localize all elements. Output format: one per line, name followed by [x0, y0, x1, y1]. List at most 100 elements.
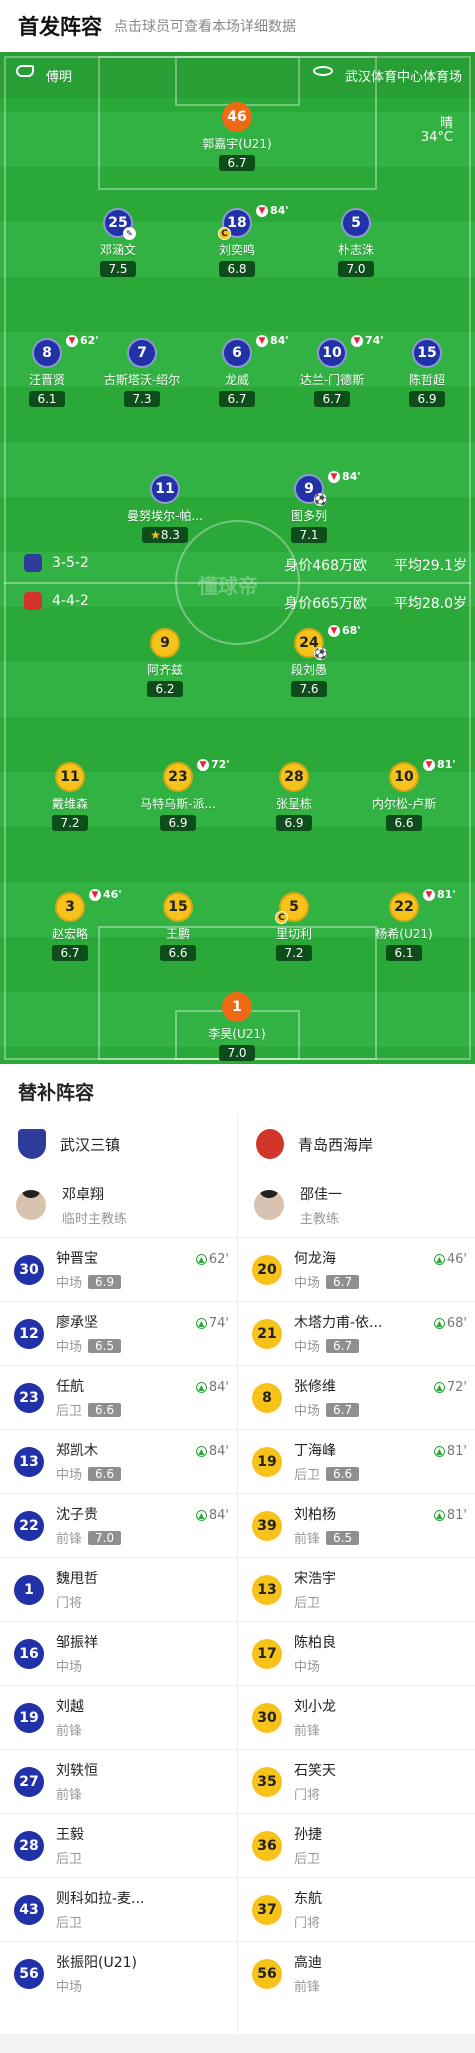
player-card[interactable]: 46 郭嘉宇(U21) 6.7 — [172, 102, 302, 171]
sub-on-marker: ▲ 81' — [433, 1444, 467, 1459]
player-position: 中场 — [294, 1404, 321, 1419]
player-name: 沈子贵 — [56, 1507, 98, 1523]
sub-off-marker: ▼ 81' — [423, 758, 456, 771]
player-rating: 6.5 — [326, 1530, 360, 1545]
bench-player-row[interactable]: 17 陈柏良 中场 — [238, 1621, 475, 1685]
away-team-logo — [24, 592, 42, 610]
player-card[interactable]: 15 王鹏 6.6 — [113, 892, 243, 961]
player-name: 钟晋宝 — [56, 1251, 98, 1267]
player-name: 东航 — [294, 1891, 322, 1907]
player-card[interactable]: 22 ▼ 81' 杨希(U21) 6.1 — [339, 888, 469, 961]
player-name: 邓涵文 — [99, 243, 136, 257]
player-rating: 6.7 — [219, 391, 255, 407]
player-position: 前锋 — [294, 1532, 321, 1547]
player-rating: 6.5 — [88, 1338, 122, 1353]
bench-player-row[interactable]: 23 任航 后卫 6.6 ▲ 84' — [0, 1365, 237, 1429]
player-position: 后卫 — [56, 1404, 83, 1419]
stadium-name: 武汉体育中心体育场 — [345, 70, 463, 85]
bench-player-row[interactable]: 16 邹振祥 中场 — [0, 1621, 237, 1685]
player-card[interactable]: 5 朴志洙 7.0 — [291, 208, 421, 277]
player-rating: 6.1 — [386, 945, 422, 961]
bench-player-row[interactable]: 36 孙捷 后卫 — [238, 1813, 475, 1877]
bench-player-row[interactable]: 35 石笑天 门将 — [238, 1749, 475, 1813]
player-number: 1 — [222, 992, 252, 1022]
player-number: 9 — [150, 628, 180, 658]
player-rating: 6.7 — [326, 1338, 360, 1353]
player-card[interactable]: 11 曼努埃尔-帕... ★8.3 — [100, 474, 230, 543]
player-card[interactable]: 23 ▼ 72' 马特乌斯-派... 6.9 — [113, 758, 243, 831]
player-rating: 7.0 — [219, 1045, 255, 1061]
sub-off-marker: ▼ 84' — [256, 204, 289, 217]
sub-off-icon: ▼ — [328, 470, 340, 483]
home-coach[interactable]: 邓卓翔 临时主教练 — [0, 1173, 237, 1237]
bench-player-row[interactable]: 56 张振阳(U21) 中场 — [0, 1941, 237, 2005]
goal-ball-icon: ⚽ — [314, 647, 328, 660]
bench-player-row[interactable]: 8 张修维 中场 6.7 ▲ 72' — [238, 1365, 475, 1429]
player-number: 8 ▼ 62' — [32, 334, 99, 368]
player-number: 43 — [14, 1894, 44, 1925]
bench-player-row[interactable]: 22 沈子贵 前锋 7.0 ▲ 84' — [0, 1493, 237, 1557]
bench-player-row[interactable]: 12 廖承坚 中场 6.5 ▲ 74' — [0, 1301, 237, 1365]
bench-player-row[interactable]: 37 东航 门将 — [238, 1877, 475, 1941]
player-card[interactable]: 9 ▼ 84' ⚽ 图多列 7.1 — [244, 470, 374, 543]
bench-player-row[interactable]: 19 刘越 前锋 — [0, 1685, 237, 1749]
player-number: 36 — [252, 1830, 282, 1861]
away-coach[interactable]: 邵佳一 主教练 — [238, 1173, 475, 1237]
sub-on-icon: ▲ — [195, 1254, 207, 1265]
bench-player-row[interactable]: 43 则科如拉-麦... 后卫 — [0, 1877, 237, 1941]
player-position: 中场 — [56, 1340, 83, 1355]
player-card[interactable]: 10 ▼ 81' 内尔松-卢斯 6.6 — [339, 758, 469, 831]
bench-player-row[interactable]: 30 钟晋宝 中场 6.9 ▲ 62' — [0, 1237, 237, 1301]
player-card[interactable]: 24 ▼ 68' ⚽ 段刘愚 7.6 — [244, 624, 374, 697]
bench-player-row[interactable]: 13 郑凯木 中场 6.6 ▲ 84' — [0, 1429, 237, 1493]
player-card[interactable]: 15 陈哲超 6.9 — [362, 338, 475, 407]
player-number: 28 — [14, 1830, 44, 1861]
player-rating: 6.8 — [219, 261, 255, 277]
home-bench-team[interactable]: 武汉三镇 — [0, 1115, 237, 1173]
player-card[interactable]: 25 ✎ 邓涵文 7.5 — [53, 208, 183, 277]
sub-on-icon: ▲ — [433, 1318, 445, 1329]
coach-name: 邓卓翔 — [62, 1186, 104, 1203]
coach-role: 临时主教练 — [62, 1211, 128, 1227]
player-number: 23 ▼ 72' — [163, 758, 230, 792]
bench-player-row[interactable]: 20 何龙海 中场 6.7 ▲ 46' — [238, 1237, 475, 1301]
away-bench-team[interactable]: 青岛西海岸 — [238, 1115, 475, 1173]
bench-player-row[interactable]: 1 魏甩哲 门将 — [0, 1557, 237, 1621]
bench-player-row[interactable]: 39 刘柏杨 前锋 6.5 ▲ 81' — [238, 1493, 475, 1557]
player-name: 李昊(U21) — [208, 1027, 266, 1041]
player-number: 23 — [14, 1382, 44, 1413]
sub-on-icon: ▲ — [433, 1382, 445, 1393]
weather-label: 晴 — [439, 116, 453, 131]
bench-player-row[interactable]: 27 刘轶恒 前锋 — [0, 1749, 237, 1813]
bench-player-row[interactable]: 21 木塔力甫-依... 中场 6.7 ▲ 68' — [238, 1301, 475, 1365]
bench-player-row[interactable]: 13 宋浩宇 后卫 — [238, 1557, 475, 1621]
player-number: 30 — [14, 1254, 44, 1285]
pitch: 傅明 武汉体育中心体育场 晴 34°C 懂球帝 3-5-2 身价468万欧 平均… — [0, 52, 475, 1064]
sub-on-marker: ▲ 74' — [195, 1316, 229, 1331]
player-position: 前锋 — [56, 1788, 83, 1803]
player-name: 任航 — [56, 1379, 84, 1395]
player-number: 28 — [279, 762, 309, 792]
bench-player-row[interactable]: 56 高迪 前锋 — [238, 1941, 475, 2005]
player-name: 刘柏杨 — [294, 1507, 336, 1523]
bench-player-row[interactable]: 28 王毅 后卫 — [0, 1813, 237, 1877]
sub-off-marker: ▼ 84' — [328, 470, 361, 483]
sub-off-icon: ▼ — [256, 204, 268, 217]
referee-name: 傅明 — [46, 70, 73, 85]
away-formation-row: 4-4-2 身价665万欧 平均28.0岁 — [0, 590, 475, 614]
bench-player-row[interactable]: 30 刘小龙 前锋 — [238, 1685, 475, 1749]
player-number: 19 — [252, 1446, 282, 1477]
bench-player-row[interactable]: 19 丁海峰 后卫 6.6 ▲ 81' — [238, 1429, 475, 1493]
player-card[interactable]: 18 ▼ 84' C 刘奕鸣 6.8 — [172, 204, 302, 277]
home-team-logo — [18, 1129, 46, 1159]
player-card[interactable]: 9 阿齐兹 6.2 — [100, 628, 230, 697]
bench-section: 替补阵容 武汉三镇 邓卓翔 临时主教练 30 钟晋宝 中场 6.9 ▲ 62' 12 廖承坚中… — [0, 1064, 475, 2053]
sub-off-icon: ▼ — [197, 758, 209, 771]
captain-badge: C — [218, 227, 231, 240]
sub-on-icon: ▲ — [195, 1510, 207, 1521]
player-name: 王鹏 — [165, 927, 190, 941]
player-card[interactable]: 1 李昊(U21) 7.0 — [172, 992, 302, 1061]
sub-off-icon: ▼ — [423, 758, 435, 771]
coach-avatar — [254, 1190, 284, 1220]
player-position: 中场 — [56, 1276, 83, 1291]
